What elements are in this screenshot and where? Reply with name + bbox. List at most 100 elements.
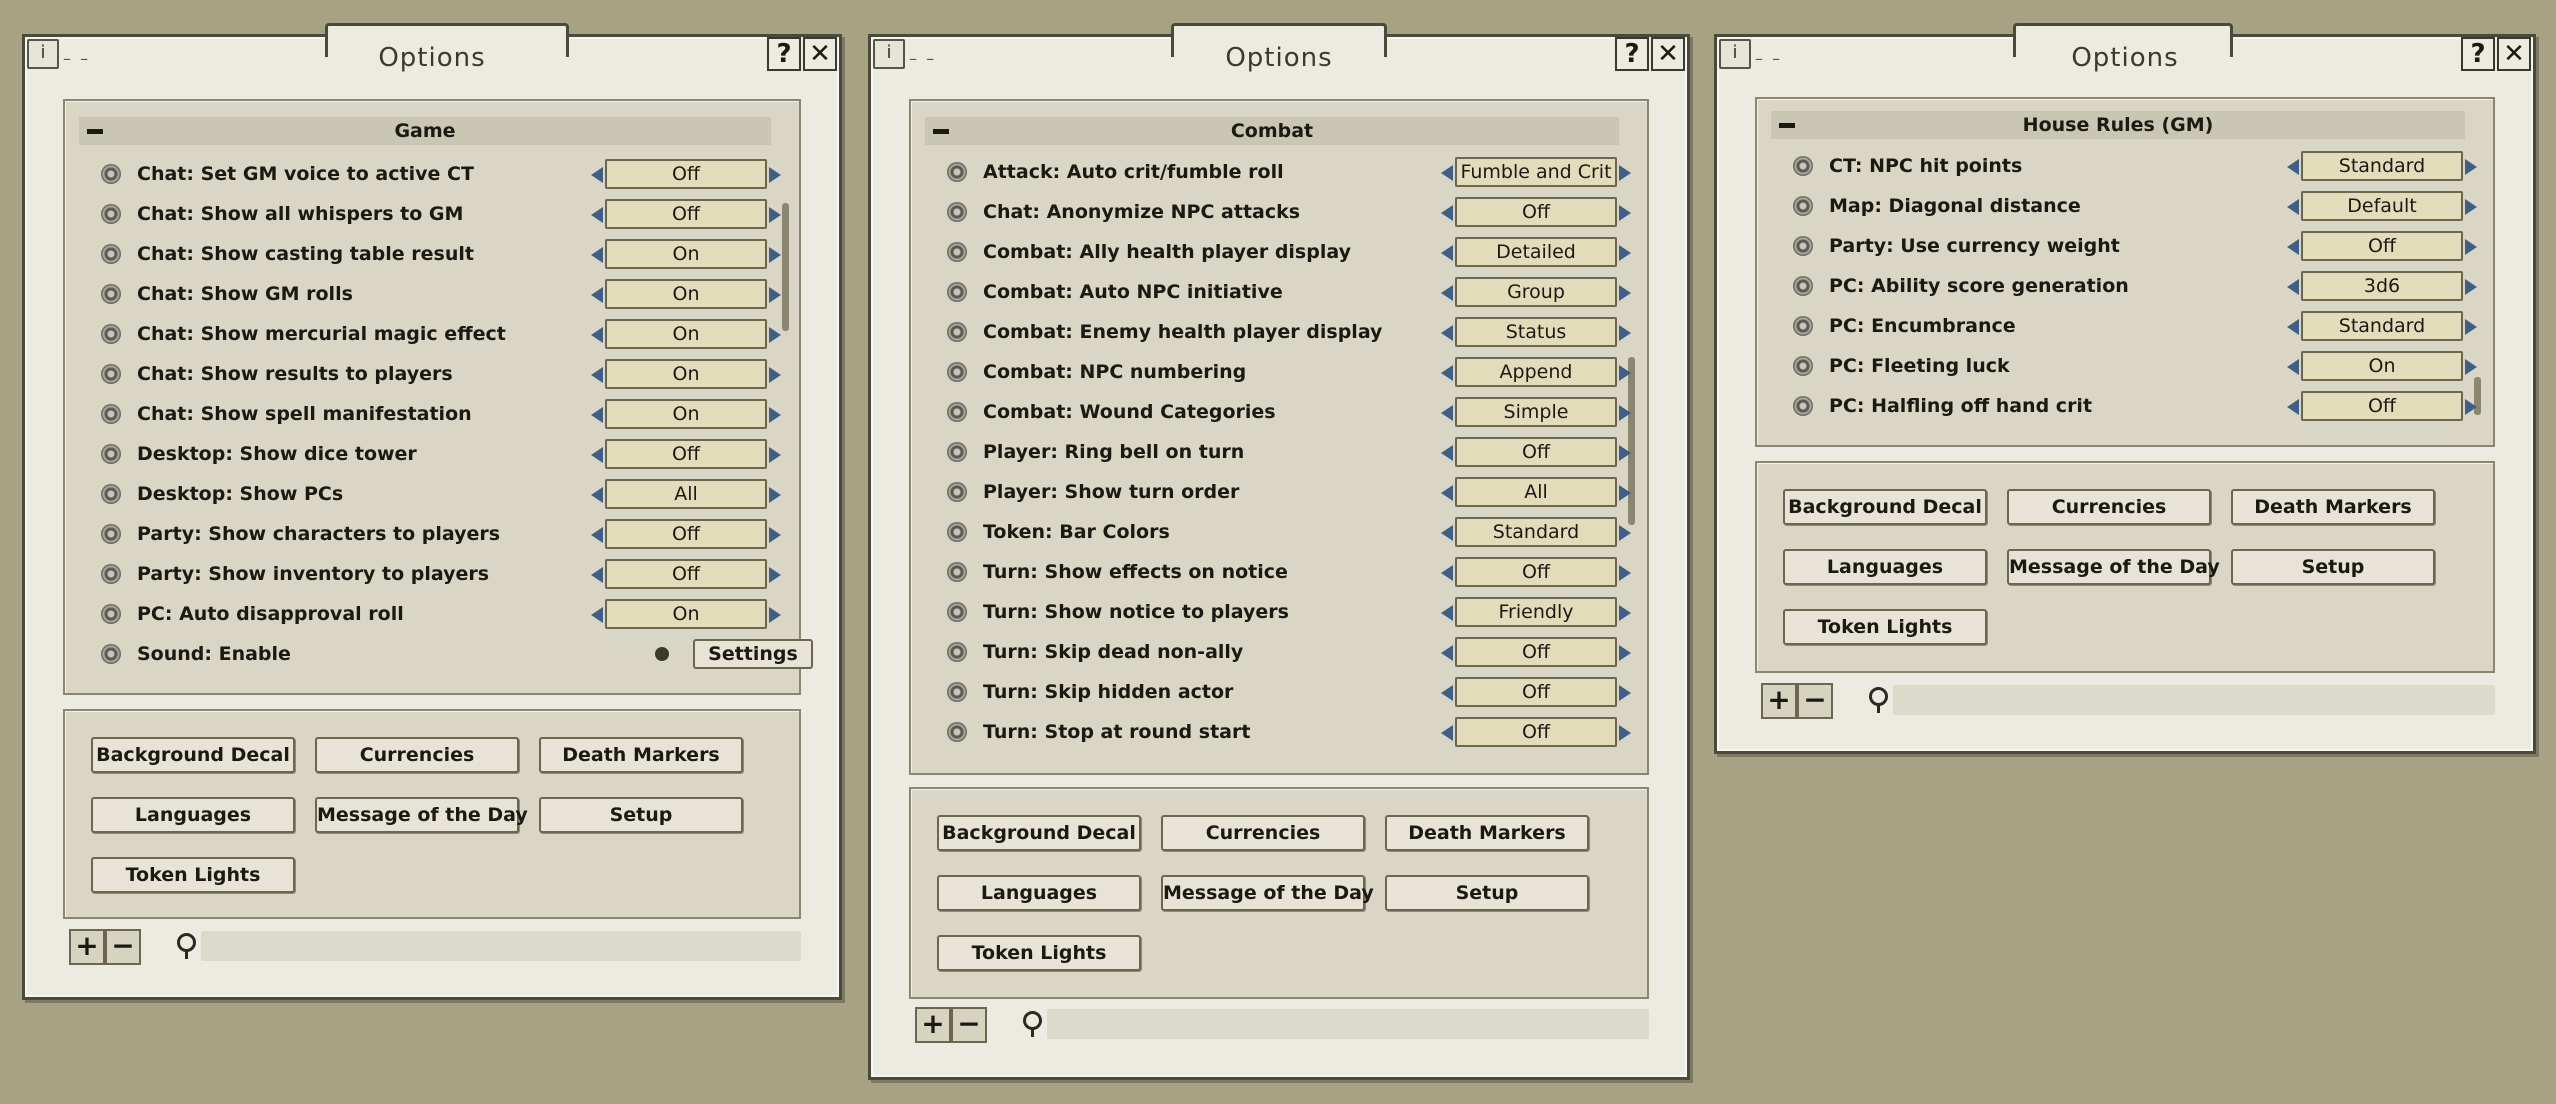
option-value[interactable]: Default <box>2301 191 2463 221</box>
help-icon[interactable]: ? <box>1615 37 1649 71</box>
option-cycler[interactable]: All <box>591 479 781 509</box>
death-markers-button[interactable]: Death Markers <box>1385 815 1589 851</box>
option-cycler[interactable]: Fumble and Crit <box>1441 157 1631 187</box>
option-value[interactable]: On <box>605 319 767 349</box>
arrow-left-icon[interactable] <box>591 367 603 383</box>
arrow-left-icon[interactable] <box>1441 365 1453 381</box>
currencies-button[interactable]: Currencies <box>1161 815 1365 851</box>
plus-icon[interactable]: + <box>1761 683 1797 719</box>
arrow-right-icon[interactable] <box>1619 685 1631 701</box>
background-decal-button[interactable]: Background Decal <box>91 737 295 773</box>
arrow-right-icon[interactable] <box>769 367 781 383</box>
close-icon[interactable]: ✕ <box>2497 37 2531 71</box>
arrow-left-icon[interactable] <box>1441 245 1453 261</box>
arrow-right-icon[interactable] <box>1619 485 1631 501</box>
death-markers-button[interactable]: Death Markers <box>2231 489 2435 525</box>
option-value[interactable]: Off <box>605 199 767 229</box>
arrow-left-icon[interactable] <box>591 287 603 303</box>
option-value[interactable]: Fumble and Crit <box>1455 157 1617 187</box>
currencies-button[interactable]: Currencies <box>315 737 519 773</box>
option-cycler[interactable]: On <box>591 399 781 429</box>
token-lights-button[interactable]: Token Lights <box>91 857 295 893</box>
option-value[interactable]: Detailed <box>1455 237 1617 267</box>
arrow-right-icon[interactable] <box>1619 525 1631 541</box>
arrow-right-icon[interactable] <box>2465 239 2477 255</box>
arrow-right-icon[interactable] <box>1619 245 1631 261</box>
option-value[interactable]: Off <box>605 439 767 469</box>
arrow-right-icon[interactable] <box>2465 199 2477 215</box>
minus-icon[interactable]: − <box>1797 683 1833 719</box>
option-cycler[interactable]: On <box>2287 351 2477 381</box>
option-cycler[interactable]: Standard <box>1441 517 1631 547</box>
arrow-left-icon[interactable] <box>1441 725 1453 741</box>
option-cycler[interactable]: Friendly <box>1441 597 1631 627</box>
arrow-right-icon[interactable] <box>769 447 781 463</box>
option-value[interactable]: Off <box>2301 231 2463 261</box>
arrow-left-icon[interactable] <box>1441 605 1453 621</box>
languages-button[interactable]: Languages <box>91 797 295 833</box>
collapse-icon[interactable] <box>933 129 949 134</box>
arrow-left-icon[interactable] <box>591 487 603 503</box>
option-value[interactable]: Off <box>1455 717 1617 747</box>
option-cycler[interactable]: Status <box>1441 317 1631 347</box>
option-value[interactable]: On <box>605 359 767 389</box>
option-value[interactable]: Off <box>1455 677 1617 707</box>
arrow-left-icon[interactable] <box>591 567 603 583</box>
arrow-right-icon[interactable] <box>769 527 781 543</box>
arrow-left-icon[interactable] <box>591 447 603 463</box>
background-decal-button[interactable]: Background Decal <box>937 815 1141 851</box>
arrow-left-icon[interactable] <box>1441 485 1453 501</box>
option-value[interactable]: Standard <box>2301 151 2463 181</box>
arrow-right-icon[interactable] <box>769 167 781 183</box>
arrow-left-icon[interactable] <box>2287 319 2299 335</box>
option-cycler[interactable]: Standard <box>2287 151 2477 181</box>
arrow-right-icon[interactable] <box>769 607 781 623</box>
arrow-right-icon[interactable] <box>2465 279 2477 295</box>
arrow-right-icon[interactable] <box>1619 325 1631 341</box>
option-cycler[interactable]: 3d6 <box>2287 271 2477 301</box>
option-cycler[interactable]: Off <box>591 199 781 229</box>
arrow-left-icon[interactable] <box>591 167 603 183</box>
option-value[interactable]: Standard <box>2301 311 2463 341</box>
arrow-left-icon[interactable] <box>1441 325 1453 341</box>
arrow-left-icon[interactable] <box>1441 445 1453 461</box>
arrow-left-icon[interactable] <box>2287 199 2299 215</box>
arrow-right-icon[interactable] <box>1619 405 1631 421</box>
option-cycler[interactable]: Simple <box>1441 397 1631 427</box>
option-value[interactable]: Off <box>2301 391 2463 421</box>
section-header[interactable]: Combat <box>925 117 1619 145</box>
option-cycler[interactable]: Off <box>591 559 781 589</box>
option-cycler[interactable]: Off <box>591 159 781 189</box>
arrow-left-icon[interactable] <box>591 207 603 223</box>
arrow-right-icon[interactable] <box>769 287 781 303</box>
plus-icon[interactable]: + <box>69 929 105 965</box>
option-cycler[interactable]: On <box>591 599 781 629</box>
arrow-left-icon[interactable] <box>1441 405 1453 421</box>
minus-icon[interactable]: − <box>951 1007 987 1043</box>
info-icon[interactable]: i <box>27 39 59 69</box>
languages-button[interactable]: Languages <box>1783 549 1987 585</box>
option-value[interactable]: Off <box>1455 197 1617 227</box>
arrow-left-icon[interactable] <box>1441 685 1453 701</box>
close-icon[interactable]: ✕ <box>1651 37 1685 71</box>
plus-icon[interactable]: + <box>915 1007 951 1043</box>
section-header[interactable]: House Rules (GM) <box>1771 111 2465 139</box>
option-cycler[interactable]: Off <box>1441 677 1631 707</box>
search-input[interactable] <box>201 931 801 961</box>
info-icon[interactable]: i <box>1719 39 1751 69</box>
message-of-the-day-button[interactable]: Message of the Day <box>315 797 528 833</box>
arrow-left-icon[interactable] <box>591 527 603 543</box>
arrow-right-icon[interactable] <box>2465 319 2477 335</box>
help-icon[interactable]: ? <box>767 37 801 71</box>
arrow-left-icon[interactable] <box>1441 645 1453 661</box>
arrow-left-icon[interactable] <box>2287 279 2299 295</box>
option-value[interactable]: On <box>2301 351 2463 381</box>
option-cycler[interactable]: Append <box>1441 357 1631 387</box>
currencies-button[interactable]: Currencies <box>2007 489 2211 525</box>
search-input[interactable] <box>1047 1009 1649 1039</box>
arrow-right-icon[interactable] <box>769 247 781 263</box>
option-cycler[interactable]: Group <box>1441 277 1631 307</box>
option-cycler[interactable]: Off <box>1441 557 1631 587</box>
option-cycler[interactable]: On <box>591 279 781 309</box>
arrow-right-icon[interactable] <box>769 407 781 423</box>
